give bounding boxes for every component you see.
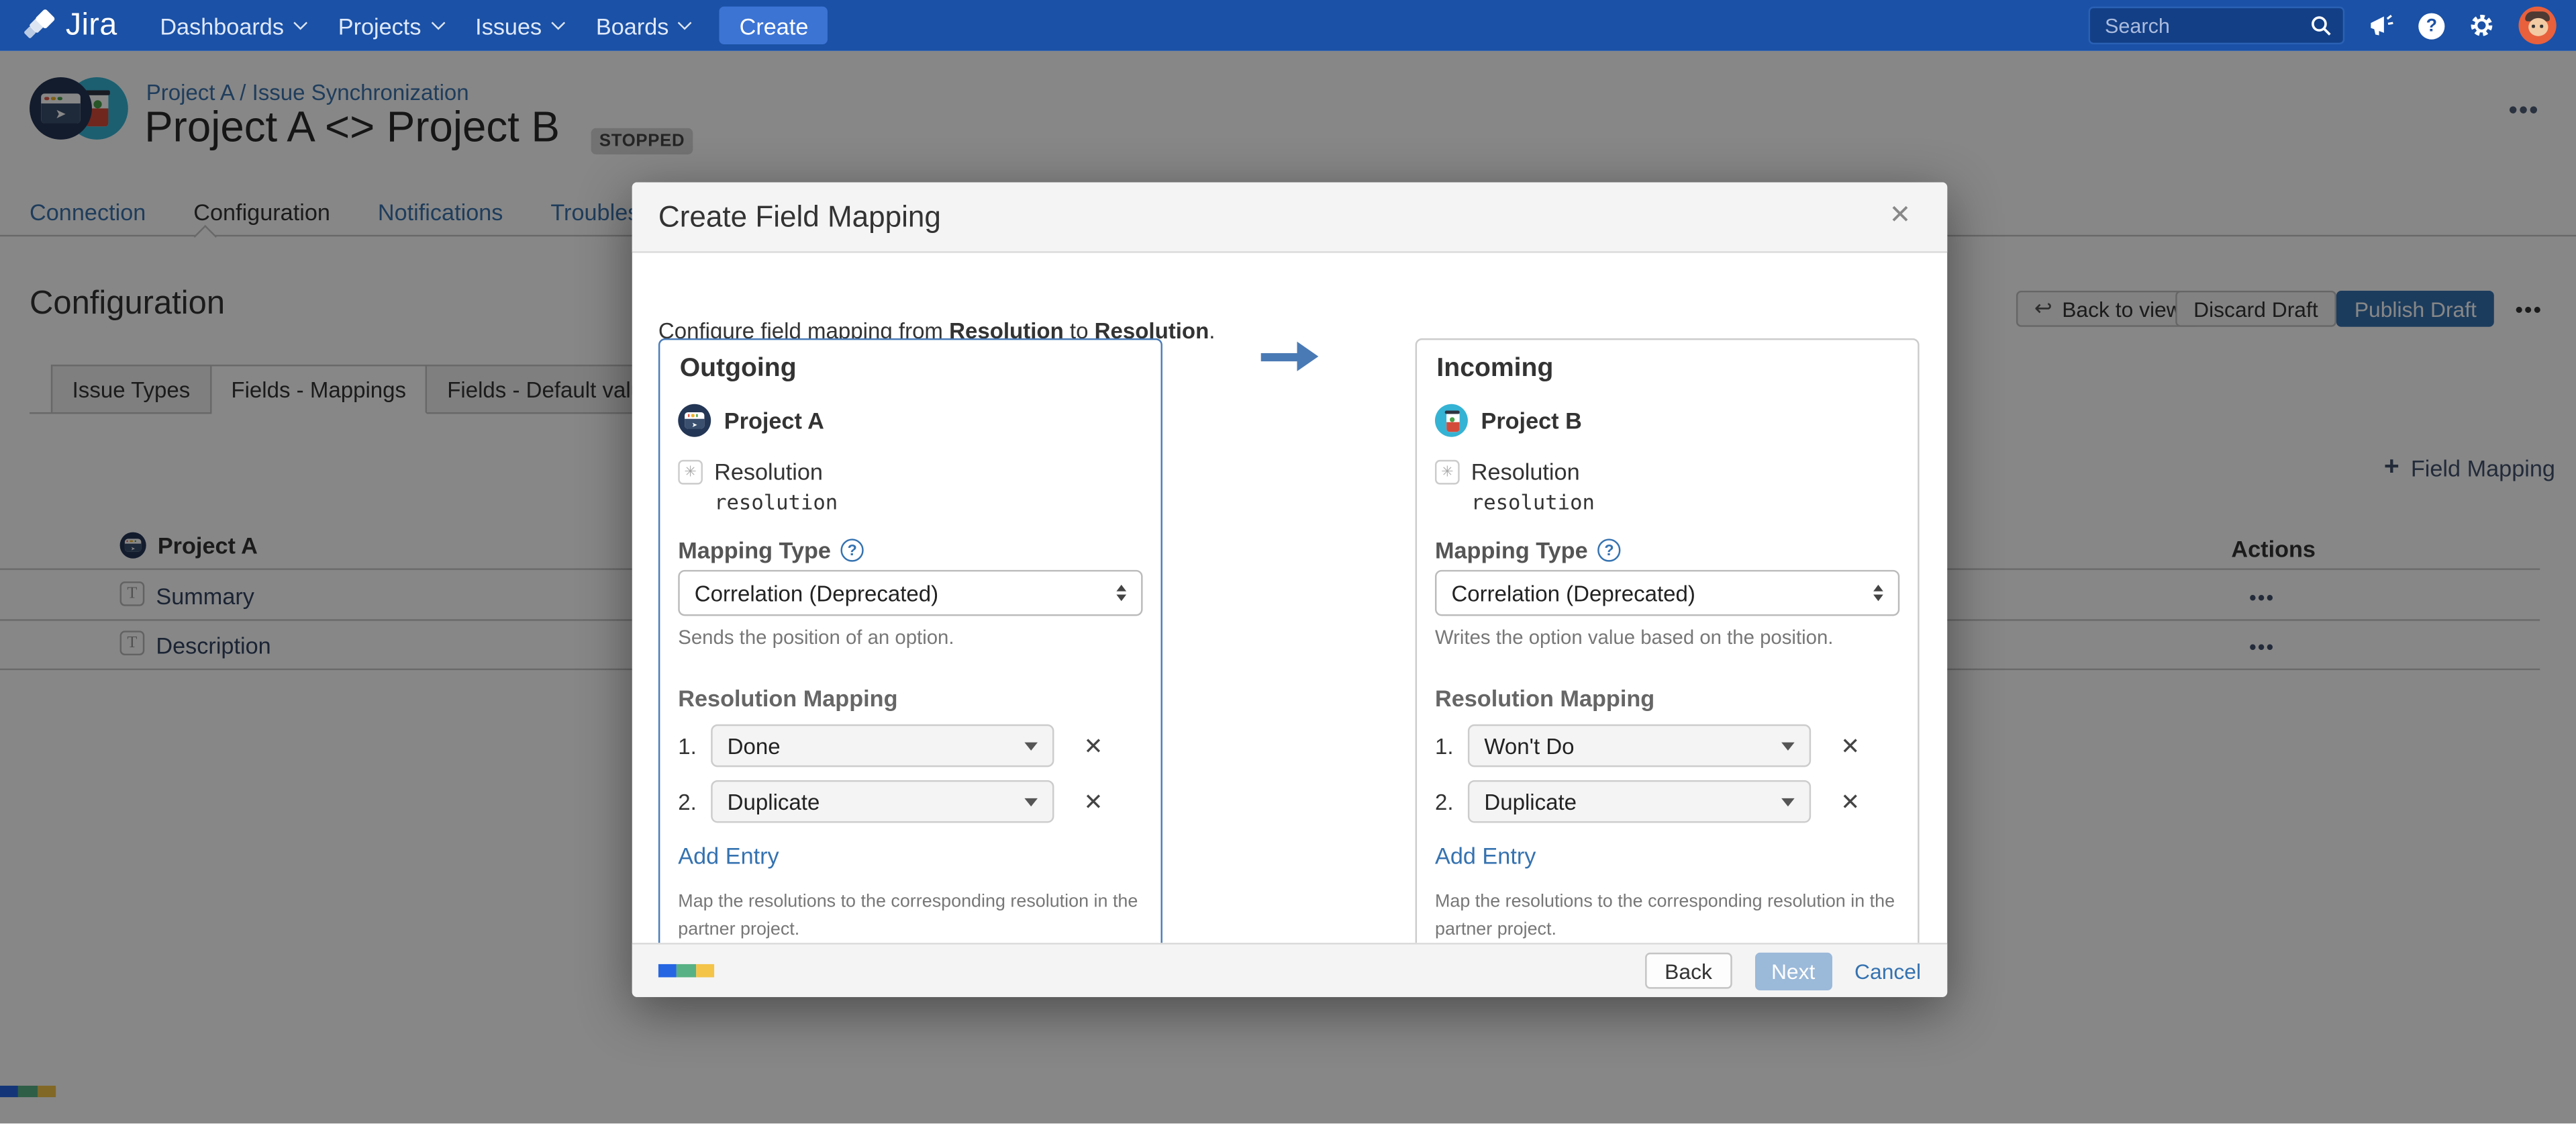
chevron-down-icon [678, 16, 692, 30]
remove-entry-icon[interactable]: ✕ [1074, 733, 1113, 759]
nav-item-boards[interactable]: Boards [579, 0, 706, 51]
screen: ➤ Project A / Issue Synchronization Proj… [0, 0, 2576, 1123]
panel-help-text: Map the resolutions to the corresponding… [678, 888, 1164, 943]
direction-arrow-icon [1261, 342, 1320, 371]
jira-logo-icon [21, 7, 58, 44]
incoming-panel: Incoming Project B ✳ [1416, 338, 1920, 943]
incoming-field: ✳ Resolution [1435, 458, 1899, 484]
outgoing-field: ✳ Resolution [678, 458, 1142, 484]
mapping-type-caption: Writes the option value based on the pos… [1435, 626, 1899, 649]
outgoing-panel: Outgoing ➤ Project A ✳ Resolution resolu… [658, 338, 1162, 943]
chevron-down-icon [551, 16, 565, 30]
mapping-type-label-row: Mapping Type ? [1435, 537, 1899, 563]
mapping-row: 1. Won't Do ✕ [1435, 724, 1899, 767]
chevron-down-icon [293, 16, 307, 30]
project-a-avatar-small: ➤ [678, 404, 711, 437]
dialog-body: Configure field mapping from Resolution … [632, 253, 1947, 943]
remove-entry-icon[interactable]: ✕ [1831, 733, 1870, 759]
help-icon[interactable]: ? [2418, 12, 2444, 38]
dialog-header: Create Field Mapping ✕ [632, 183, 1947, 253]
jira-logo-text: Jira [66, 7, 117, 44]
mapping-row: 2. Duplicate ✕ [1435, 780, 1899, 823]
progress-step [695, 965, 714, 977]
nav-right: ? [2089, 7, 2576, 44]
add-entry-link[interactable]: Add Entry [678, 843, 779, 869]
user-avatar[interactable] [2518, 7, 2556, 44]
incoming-project: Project B [1435, 404, 1899, 437]
announcements-icon[interactable] [2367, 11, 2395, 40]
mapping-type-label-row: Mapping Type ? [678, 537, 1142, 563]
progress-step [677, 965, 696, 977]
close-icon[interactable]: ✕ [1879, 202, 1921, 232]
resolution-field-icon: ✳ [1435, 459, 1460, 484]
dialog-title: Create Field Mapping [658, 199, 941, 234]
mapping-row: 1. Done ✕ [678, 724, 1142, 767]
resolution-select[interactable]: Duplicate [711, 780, 1054, 823]
mapping-type-caption: Sends the position of an option. [678, 626, 1142, 649]
search-icon[interactable] [2310, 15, 2332, 36]
resolution-select[interactable]: Won't Do [1468, 724, 1811, 767]
help-icon[interactable]: ? [841, 538, 864, 561]
select-spinner-icon [1116, 585, 1126, 601]
outgoing-project: ➤ Project A [678, 404, 1142, 437]
wizard-progress [658, 965, 714, 977]
nav-item-issues[interactable]: Issues [459, 0, 580, 51]
add-entry-link[interactable]: Add Entry [1435, 843, 1536, 869]
mapping-type-select[interactable]: Correlation (Deprecated) [678, 570, 1142, 616]
select-spinner-icon [1873, 585, 1883, 601]
progress-step [658, 965, 677, 977]
chevron-down-icon [1024, 741, 1038, 749]
settings-gear-icon[interactable] [2468, 11, 2496, 40]
nav-item-dashboards[interactable]: Dashboards [144, 0, 321, 51]
incoming-field-key: resolution [1471, 489, 1899, 514]
chevron-down-icon [1781, 798, 1795, 806]
project-b-avatar-small [1435, 404, 1468, 437]
nav-item-projects[interactable]: Projects [321, 0, 458, 51]
outgoing-field-key: resolution [714, 489, 1142, 514]
mapping-row: 2. Duplicate ✕ [678, 780, 1142, 823]
top-navbar: Jira Dashboards Projects Issues Boards C… [0, 0, 2576, 51]
remove-entry-icon[interactable]: ✕ [1074, 788, 1113, 814]
jira-logo[interactable]: Jira [21, 7, 117, 44]
cancel-link[interactable]: Cancel [1854, 958, 1921, 983]
resolution-field-icon: ✳ [678, 459, 703, 484]
dialog-footer: Back Next Cancel [632, 943, 1947, 997]
search-box [2089, 7, 2345, 44]
nav-menu: Dashboards Projects Issues Boards Create [144, 0, 828, 51]
resolution-select[interactable]: Duplicate [1468, 780, 1811, 823]
resolution-select[interactable]: Done [711, 724, 1054, 767]
outgoing-heading: Outgoing [680, 355, 1143, 384]
back-button[interactable]: Back [1645, 953, 1732, 989]
chevron-down-icon [1024, 798, 1038, 806]
remove-entry-icon[interactable]: ✕ [1831, 788, 1870, 814]
chevron-down-icon [431, 16, 445, 30]
chevron-down-icon [1781, 741, 1795, 749]
panel-help-text: Map the resolutions to the corresponding… [1435, 888, 1921, 943]
help-icon[interactable]: ? [1597, 538, 1620, 561]
mapping-type-select[interactable]: Correlation (Deprecated) [1435, 570, 1899, 616]
create-field-mapping-dialog: Create Field Mapping ✕ Configure field m… [632, 183, 1947, 997]
resolution-mapping-heading: Resolution Mapping [678, 685, 1142, 711]
search-input[interactable] [2101, 12, 2310, 38]
resolution-mapping-heading: Resolution Mapping [1435, 685, 1899, 711]
create-button[interactable]: Create [720, 7, 828, 44]
incoming-heading: Incoming [1436, 355, 1899, 384]
next-button[interactable]: Next [1754, 952, 1831, 990]
